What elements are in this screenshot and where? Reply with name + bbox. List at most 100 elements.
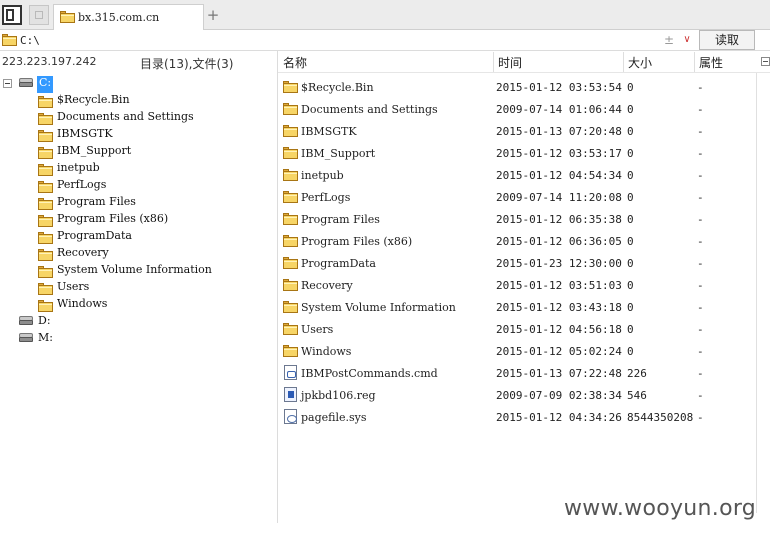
entry-size: 546: [627, 389, 647, 402]
tree-drive-item[interactable]: M:: [38, 331, 53, 348]
entry-name: jpkbd106.reg: [301, 389, 376, 402]
entry-size: 0: [627, 169, 634, 182]
column-header-time[interactable]: 时间: [498, 54, 522, 71]
entry-name: pagefile.sys: [301, 411, 367, 424]
entry-name: $Recycle.Bin: [301, 81, 374, 94]
folder-icon: [38, 215, 53, 227]
pane-splitter[interactable]: [277, 51, 278, 523]
column-divider: [756, 73, 757, 513]
collapse-tree-icon[interactable]: [3, 79, 12, 88]
collapse-icon[interactable]: [761, 57, 770, 66]
tab-title: bx.315.com.cn: [78, 11, 160, 24]
folder-icon: [38, 249, 53, 261]
table-row[interactable]: jpkbd106.reg 2009-07-09 02:38:34 546 -: [279, 384, 755, 406]
plus-minus-icon[interactable]: ±: [662, 32, 676, 48]
entry-time: 2009-07-14 11:20:08: [496, 191, 622, 204]
entry-attr: -: [697, 367, 704, 380]
table-row[interactable]: Program Files 2015-01-12 06:35:38 0 -: [279, 208, 755, 230]
column-header-size[interactable]: 大小: [628, 54, 652, 71]
table-row[interactable]: IBMPostCommands.cmd 2015-01-13 07:22:48 22…: [279, 362, 755, 384]
column-divider[interactable]: [493, 52, 494, 72]
tree-folder-item[interactable]: IBM_Support: [57, 144, 131, 161]
folder-icon: [283, 213, 298, 225]
folder-icon: [38, 147, 53, 159]
tree-folder-item[interactable]: PerfLogs: [57, 178, 106, 195]
tree-folder-item[interactable]: IBMSGTK: [57, 127, 113, 144]
tree-folder-item[interactable]: Program Files (x86): [57, 212, 168, 229]
entry-attr: -: [697, 257, 704, 270]
tree-folder-item[interactable]: ProgramData: [57, 229, 132, 246]
tree-folder-item[interactable]: inetpub: [57, 161, 100, 178]
watermark: www.wooyun.org: [564, 496, 757, 521]
entry-name: ProgramData: [301, 257, 376, 270]
entry-size: 0: [627, 125, 634, 138]
entry-time: 2015-01-23 12:30:00: [496, 257, 622, 270]
table-row[interactable]: Windows 2015-01-12 05:02:24 0 -: [279, 340, 755, 362]
tree-folder-item[interactable]: System Volume Information: [57, 263, 212, 280]
table-row[interactable]: pagefile.sys 2015-01-12 04:34:26 854435020…: [279, 406, 755, 428]
add-tab-button[interactable]: +: [205, 6, 221, 24]
table-row[interactable]: inetpub 2015-01-12 04:54:34 0 -: [279, 164, 755, 186]
table-row[interactable]: IBM_Support 2015-01-12 03:53:17 0 -: [279, 142, 755, 164]
path-input[interactable]: [18, 31, 698, 49]
column-header-attr[interactable]: 属性: [699, 54, 723, 71]
entry-attr: -: [697, 301, 704, 314]
folder-icon: [2, 34, 17, 46]
entry-size: 0: [627, 191, 634, 204]
reg-file-icon: [284, 387, 297, 402]
entry-time: 2015-01-12 04:54:34: [496, 169, 622, 182]
table-row[interactable]: Program Files (x86) 2015-01-12 06:36:05 0 -: [279, 230, 755, 252]
tree-folder-item[interactable]: Users: [57, 280, 89, 297]
folder-icon: [283, 147, 298, 159]
entry-size: 0: [627, 103, 634, 116]
folder-icon: [283, 81, 298, 93]
table-row[interactable]: $Recycle.Bin 2015-01-12 03:53:54 0 -: [279, 76, 755, 98]
entry-name: IBMSGTK: [301, 125, 357, 138]
column-divider[interactable]: [694, 52, 695, 72]
panel-toggle-icon[interactable]: [2, 5, 22, 25]
column-divider[interactable]: [623, 52, 624, 72]
tab-bar: bx.315.com.cn +: [0, 0, 770, 30]
folder-icon: [38, 266, 53, 278]
item-counts: 目录(13),文件(3): [140, 57, 234, 71]
tab-session[interactable]: bx.315.com.cn: [53, 4, 204, 30]
folder-icon: [38, 130, 53, 142]
entry-name: Program Files: [301, 213, 380, 226]
column-header-name[interactable]: 名称: [283, 54, 307, 71]
table-row[interactable]: Documents and Settings 2009-07-14 01:06:4…: [279, 98, 755, 120]
window-icon[interactable]: [29, 5, 49, 25]
folder-icon: [283, 257, 298, 269]
entry-size: 0: [627, 235, 634, 248]
entry-size: 0: [627, 81, 634, 94]
folder-icon: [60, 11, 75, 23]
entry-size: 0: [627, 323, 634, 336]
header-divider: [278, 72, 770, 73]
tree-folder-item[interactable]: Windows: [57, 297, 107, 314]
tree-folder-item[interactable]: Program Files: [57, 195, 136, 212]
read-button[interactable]: 读取: [699, 30, 755, 50]
entry-attr: -: [697, 345, 704, 358]
entry-name: Documents and Settings: [301, 103, 438, 116]
tree-folder-item[interactable]: Documents and Settings: [57, 110, 194, 127]
tree-folder-item[interactable]: $Recycle.Bin: [57, 93, 130, 110]
chevron-down-icon[interactable]: ∨: [680, 32, 694, 48]
table-row[interactable]: PerfLogs 2009-07-14 11:20:08 0 -: [279, 186, 755, 208]
entry-size: 0: [627, 279, 634, 292]
folder-icon: [38, 198, 53, 210]
drive-icon: [18, 316, 34, 326]
entry-attr: -: [697, 147, 704, 160]
entry-attr: -: [697, 213, 704, 226]
table-row[interactable]: Users 2015-01-12 04:56:18 0 -: [279, 318, 755, 340]
tree-drive-c[interactable]: C:: [37, 76, 54, 93]
folder-icon: [283, 345, 298, 357]
entry-size: 0: [627, 301, 634, 314]
entry-name: Program Files (x86): [301, 235, 413, 248]
folder-icon: [283, 169, 298, 181]
table-row[interactable]: System Volume Information 2015-01-12 03:4…: [279, 296, 755, 318]
tree-folder-item[interactable]: Recovery: [57, 246, 109, 263]
tree-drive-item[interactable]: D:: [38, 314, 51, 331]
table-row[interactable]: IBMSGTK 2015-01-13 07:20:48 0 -: [279, 120, 755, 142]
table-row[interactable]: ProgramData 2015-01-23 12:30:00 0 -: [279, 252, 755, 274]
table-row[interactable]: Recovery 2015-01-12 03:51:03 0 -: [279, 274, 755, 296]
folder-icon: [38, 232, 53, 244]
